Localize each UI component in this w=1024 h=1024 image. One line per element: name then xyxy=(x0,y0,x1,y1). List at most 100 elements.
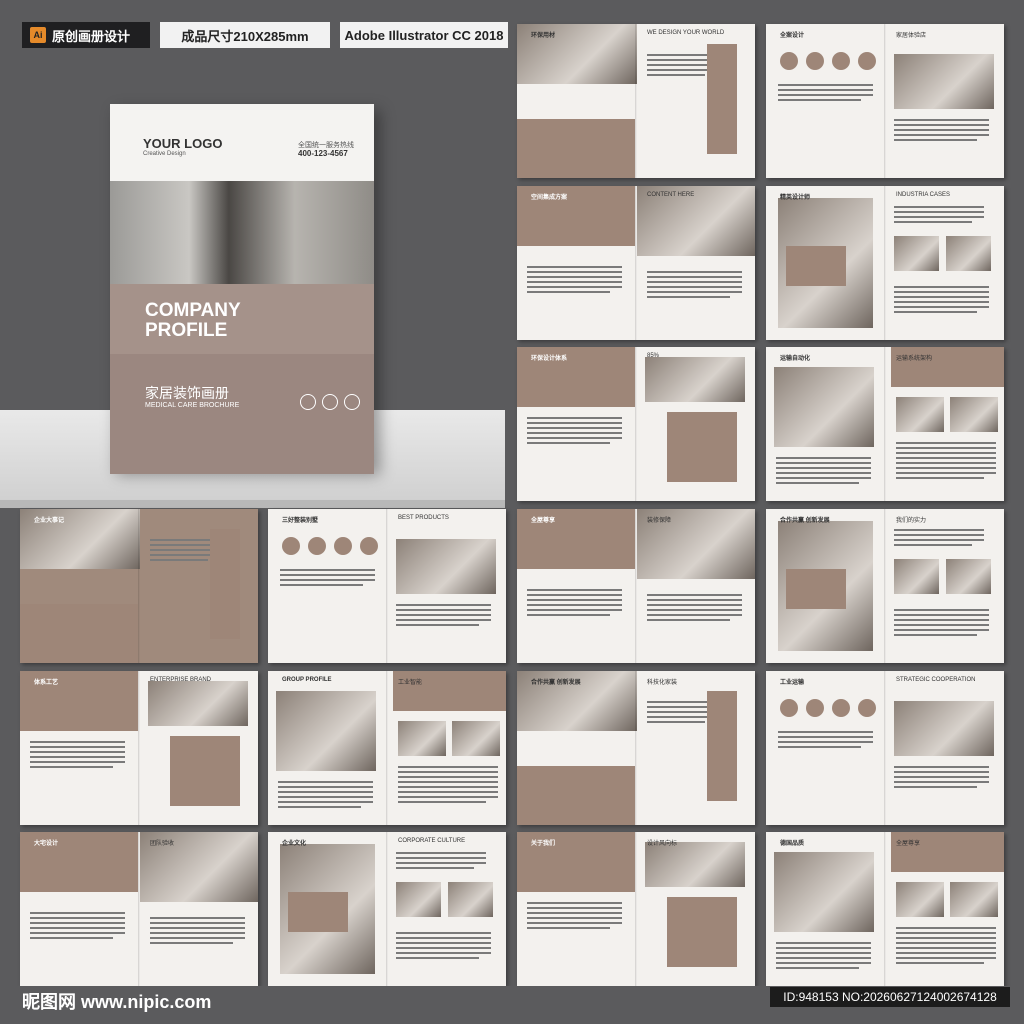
text-line xyxy=(396,857,486,859)
spread-subtitle: ENTERPRISE BRAND xyxy=(150,677,212,683)
spread-subtitle: CONTENT HERE xyxy=(647,192,695,198)
text-line xyxy=(894,544,972,546)
spread-page: 环保用材 WE DESIGN YOUR WORLD xyxy=(517,24,755,178)
text-line xyxy=(396,624,479,626)
spread-subtitle: CORPORATE CULTURE xyxy=(398,838,466,844)
feature-icon xyxy=(282,537,300,555)
text-line xyxy=(894,539,984,541)
text-line xyxy=(896,957,996,959)
spread-fold xyxy=(635,509,637,663)
spread-title: 合作共赢 创新发展 xyxy=(780,518,830,524)
text-line xyxy=(30,937,113,939)
text-line xyxy=(527,922,622,924)
text-line xyxy=(896,477,984,479)
text-line xyxy=(396,932,491,934)
spread-fold xyxy=(635,24,637,178)
text-line xyxy=(896,462,996,464)
spread-photo xyxy=(894,236,939,271)
text-line xyxy=(30,746,125,748)
spread-subtitle: 设计风向标 xyxy=(647,841,678,847)
feature-icon xyxy=(832,699,850,717)
text-line xyxy=(894,766,989,768)
spread-photo xyxy=(894,54,994,109)
cover-cn-title: 家居装饰画册 xyxy=(145,385,229,401)
text-line xyxy=(30,912,125,914)
text-line xyxy=(527,422,622,424)
text-line xyxy=(396,862,486,864)
text-line xyxy=(398,776,498,778)
spread-subtitle: 工业智能 xyxy=(398,680,423,686)
text-line xyxy=(778,94,873,96)
spread-page: 运输自动化 运输系统架构 xyxy=(766,347,1004,501)
text-line xyxy=(398,781,498,783)
spread-fold xyxy=(138,509,140,663)
text-line xyxy=(647,291,742,293)
spread-fold xyxy=(386,832,388,986)
text-line xyxy=(894,534,984,536)
text-line xyxy=(647,614,742,616)
spread-page: 合作共赢 创新发展 我们的实力 xyxy=(766,509,1004,663)
spread-page: 关于我们 设计风向标 xyxy=(517,832,755,986)
spread-photo xyxy=(896,882,944,917)
text-line xyxy=(647,286,742,288)
text-line xyxy=(894,211,984,213)
spread-title: 关于我们 xyxy=(531,841,556,847)
text-line xyxy=(894,129,989,131)
spread-photo xyxy=(896,397,944,432)
spread-page: GROUP PROFILE 工业智能 xyxy=(268,671,506,825)
cover-icon-2 xyxy=(322,394,338,410)
text-line xyxy=(398,796,498,798)
text-line xyxy=(398,771,498,773)
text-line xyxy=(527,604,622,606)
text-line xyxy=(150,922,245,924)
text-line xyxy=(776,462,871,464)
spread-page: 企业大事记 xyxy=(20,509,258,663)
text-line xyxy=(778,746,861,748)
spread-subtitle: 85% xyxy=(647,353,660,359)
text-line xyxy=(896,937,996,939)
spread-photo xyxy=(398,721,446,756)
text-line xyxy=(396,609,491,611)
text-line xyxy=(150,917,245,919)
spread-photo xyxy=(645,842,745,887)
spread-fold xyxy=(635,186,637,340)
text-line xyxy=(894,624,989,626)
brown-block xyxy=(517,766,635,825)
text-line xyxy=(776,967,859,969)
feature-icon xyxy=(806,699,824,717)
cover-icon-1 xyxy=(300,394,316,410)
text-line xyxy=(278,786,373,788)
tag-original-label: 原创画册设计 xyxy=(52,28,131,44)
spread-fold xyxy=(386,509,388,663)
spread-photo xyxy=(946,559,991,594)
spread-page: 空间集成方案 CONTENT HERE xyxy=(517,186,755,340)
spread-fold xyxy=(635,347,637,501)
brochure-cover: YOUR LOGO Creative Design 全国统一服务热线 400-1… xyxy=(110,104,374,474)
text-line xyxy=(894,311,977,313)
text-line xyxy=(396,867,474,869)
spread-title: 大宅设计 xyxy=(34,841,59,847)
spread-photo xyxy=(894,701,994,756)
cover-title-1: COMPANY xyxy=(145,300,241,321)
text-line xyxy=(647,604,742,606)
text-line xyxy=(527,291,610,293)
spread-photo xyxy=(148,681,248,726)
tag-software: Adobe Illustrator CC 2018 xyxy=(340,22,508,48)
text-line xyxy=(896,932,996,934)
brown-panel xyxy=(667,897,737,967)
text-line xyxy=(150,942,233,944)
text-line xyxy=(894,306,989,308)
feature-icon xyxy=(858,52,876,70)
spread-photo xyxy=(950,397,998,432)
text-line xyxy=(30,756,125,758)
text-line xyxy=(527,276,622,278)
text-line xyxy=(778,89,873,91)
text-line xyxy=(647,296,730,298)
spread-fold xyxy=(884,186,886,340)
spread-fold xyxy=(884,671,886,825)
spread-photo xyxy=(452,721,500,756)
text-line xyxy=(150,932,245,934)
feature-icon xyxy=(858,699,876,717)
spread-photo xyxy=(950,882,998,917)
text-line xyxy=(776,467,871,469)
